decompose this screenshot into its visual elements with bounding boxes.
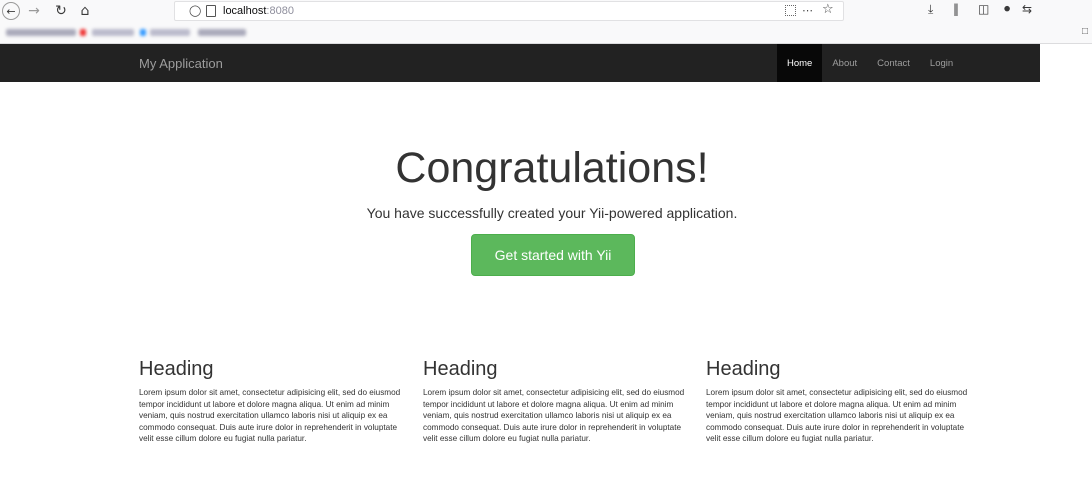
url-host: localhost (223, 5, 267, 17)
nav-item-home[interactable]: Home (777, 44, 823, 82)
nav-item-login[interactable]: Login (920, 44, 963, 82)
library-icon[interactable]: ‖ (953, 2, 959, 16)
more-icon[interactable]: ⋯ (802, 4, 813, 17)
column-heading: Heading (706, 358, 781, 380)
browser-toolbar: ← → ↻ ⌂ ◯ localhost:8080 ⋯ ☆ ⤓ ‖ ◫ ⚫ ⇆ (0, 0, 1092, 22)
overflow-icon[interactable]: □ (1082, 26, 1088, 37)
url-port: :8080 (266, 5, 294, 17)
column-2: Heading Lorem ipsum dolor sit amet, cons… (423, 358, 685, 445)
extension-icon[interactable]: ⚫ (1002, 2, 1012, 16)
bookmarks-bar: □ (0, 22, 1092, 44)
blurred-bookmark[interactable] (92, 29, 134, 36)
blurred-bookmark[interactable] (198, 29, 246, 36)
column-1: Heading Lorem ipsum dolor sit amet, cons… (139, 358, 401, 445)
page-icon[interactable] (206, 5, 216, 17)
blurred-bookmark[interactable] (6, 29, 76, 36)
column-text: Lorem ipsum dolor sit amet, consectetur … (139, 388, 401, 444)
column-text: Lorem ipsum dolor sit amet, consectetur … (423, 388, 685, 444)
app-navbar: My Application Home About Contact Login (0, 44, 1040, 82)
reload-icon[interactable]: ↻ (52, 2, 70, 20)
nav-item-contact[interactable]: Contact (867, 44, 920, 82)
forward-icon[interactable]: → (25, 2, 43, 20)
lead-text: You have successfully created your Yii-p… (366, 205, 738, 221)
star-icon[interactable]: ☆ (822, 2, 834, 17)
qr-icon[interactable] (785, 5, 796, 16)
nav-menu: Home About Contact Login (777, 44, 963, 82)
get-started-button[interactable]: Get started with Yii (471, 234, 635, 276)
back-icon[interactable]: ← (2, 2, 20, 20)
brand-link[interactable]: My Application (139, 56, 223, 71)
download-icon[interactable]: ⤓ (928, 2, 933, 17)
page-title: Congratulations! (395, 144, 709, 192)
column-heading: Heading (139, 358, 214, 380)
column-heading: Heading (423, 358, 498, 380)
shield-icon[interactable]: ◯ (189, 4, 201, 17)
url-text[interactable]: localhost:8080 (223, 5, 294, 17)
blurred-bookmark[interactable] (140, 29, 146, 36)
column-3: Heading Lorem ipsum dolor sit amet, cons… (706, 358, 968, 445)
url-bar[interactable]: ◯ localhost:8080 ⋯ ☆ (174, 1, 844, 21)
blurred-bookmark[interactable] (150, 29, 190, 36)
sidebar-icon[interactable]: ◫ (978, 2, 989, 16)
home-icon[interactable]: ⌂ (76, 2, 94, 20)
sync-icon[interactable]: ⇆ (1022, 2, 1032, 16)
column-text: Lorem ipsum dolor sit amet, consectetur … (706, 388, 968, 444)
blurred-bookmark[interactable] (80, 29, 86, 36)
nav-item-about[interactable]: About (822, 44, 867, 82)
